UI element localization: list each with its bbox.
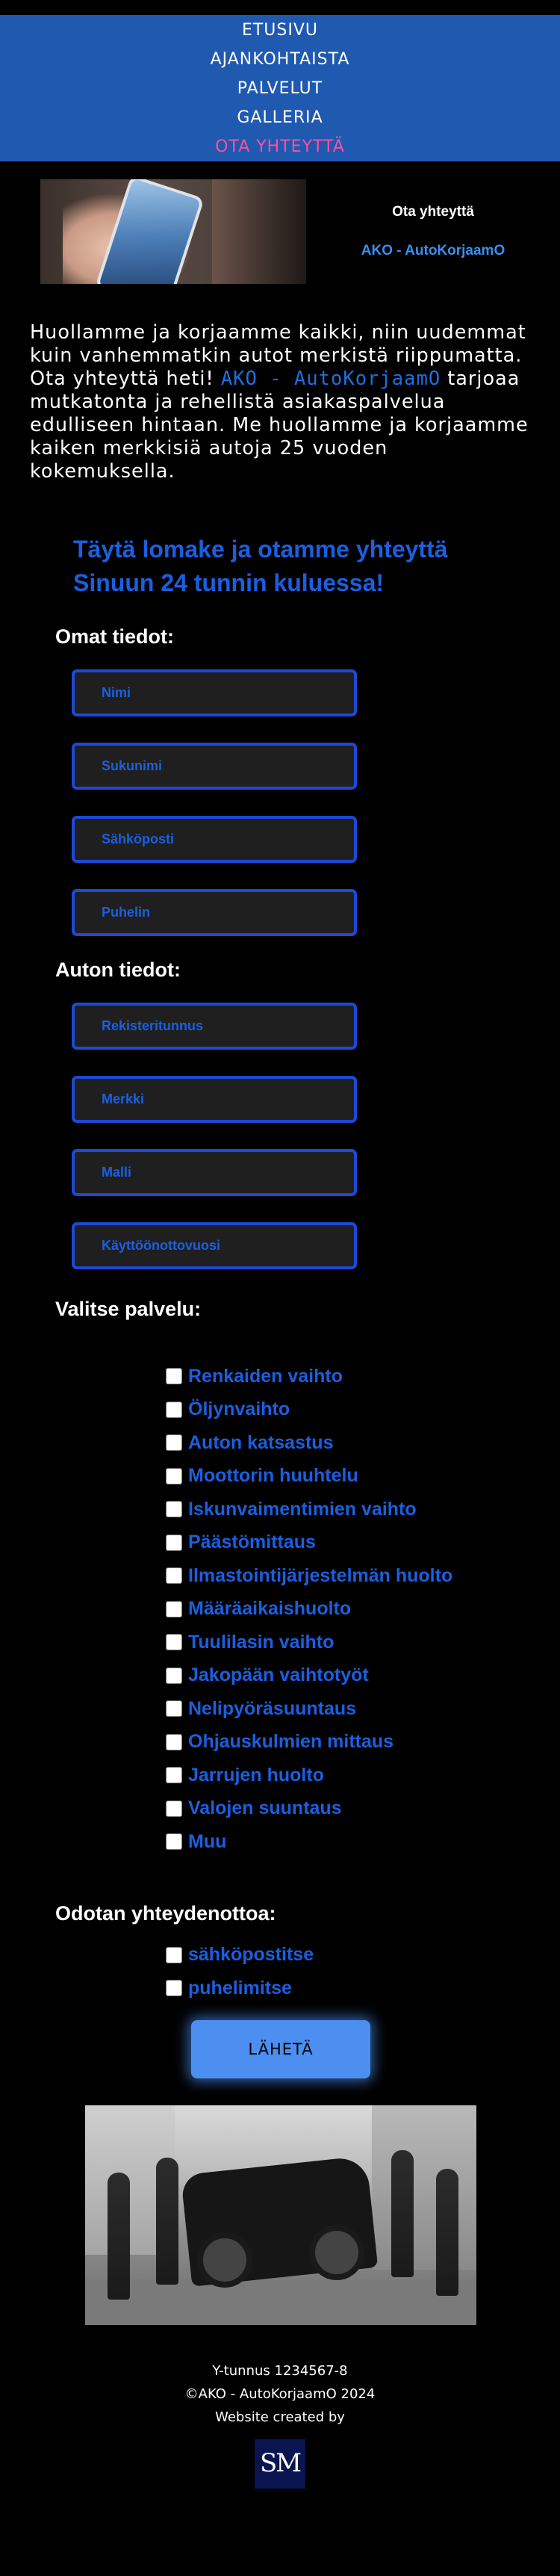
checkbox[interactable] — [166, 1534, 182, 1551]
service-heading: Valitse palvelu: — [55, 1298, 202, 1320]
service-option[interactable]: Tuulilasin vaihto — [166, 1626, 560, 1659]
year-input[interactable] — [75, 1237, 354, 1254]
service-label: Määräaikaishuolto — [188, 1598, 352, 1620]
contact-heading: Ota yhteyttä — [392, 204, 474, 220]
checkbox[interactable] — [166, 1368, 182, 1385]
service-option[interactable]: Päästömittaus — [166, 1526, 560, 1560]
service-label: Valojen suuntaus — [188, 1798, 342, 1819]
service-option[interactable]: Ilmastointijärjestelmän huolto — [166, 1559, 560, 1593]
checkbox[interactable] — [166, 1800, 182, 1817]
service-label: Ohjauskulmien mittaus — [188, 1731, 394, 1753]
nav-item-ajankohtaista[interactable]: AJANKOHTAISTA — [211, 45, 350, 74]
top-strip — [0, 0, 560, 15]
service-label: Renkaiden vaihto — [188, 1365, 343, 1387]
year-field — [72, 1222, 357, 1269]
checkbox[interactable] — [166, 1946, 182, 1963]
service-label: Öljynvaihto — [188, 1399, 290, 1420]
first-name-input[interactable] — [75, 684, 354, 702]
registration-field — [72, 1003, 357, 1050]
checkbox[interactable] — [166, 1600, 182, 1617]
checkbox[interactable] — [166, 1733, 182, 1750]
copyright: ©AKO - AutoKorjaamO 2024 — [184, 2385, 376, 2402]
car-info-heading: Auton tiedot: — [55, 959, 181, 981]
service-option[interactable]: Iskunvaimentimien vaihto — [166, 1493, 560, 1526]
credit-text: Website created by — [215, 2409, 345, 2425]
business-id: Y-tunnus 1234567-8 — [212, 2362, 348, 2379]
hero-section: Ota yhteyttä AKO - AutoKorjaamO — [0, 172, 560, 291]
phone-input[interactable] — [75, 904, 354, 921]
footer: Y-tunnus 1234567-8 ©AKO - AutoKorjaamO 2… — [0, 2359, 560, 2489]
service-label: Jakopään vaihtotyöt — [188, 1665, 369, 1686]
nav-item-ota-yhteytta[interactable]: OTA YHTEYTTÄ — [215, 132, 345, 161]
service-option[interactable]: Muu — [166, 1825, 560, 1859]
intro-brand: AKO - AutoKorjaamO — [220, 368, 441, 390]
checkbox[interactable] — [166, 1833, 182, 1851]
make-field — [72, 1076, 357, 1123]
form-title: Täytä lomake ja otamme yhteyttä Sinuun 2… — [73, 536, 448, 596]
service-label: Ilmastointijärjestelmän huolto — [188, 1564, 453, 1586]
checkbox[interactable] — [166, 1667, 182, 1684]
nav-item-etusivu[interactable]: ETUSIVU — [242, 16, 318, 45]
checkbox[interactable] — [166, 1401, 182, 1418]
first-name-field — [72, 669, 357, 716]
contact-preference-list: sähköpostitse puhelimitse — [166, 1939, 560, 2005]
make-input[interactable] — [75, 1091, 354, 1108]
service-label: Nelipyöräsuuntaus — [188, 1697, 357, 1719]
main-nav: ETUSIVU AJANKOHTAISTA PALVELUT GALLERIA … — [0, 15, 560, 161]
vintage-car-photo — [85, 2105, 476, 2325]
sm-logo[interactable]: SM — [255, 2439, 305, 2489]
email-field — [72, 816, 357, 863]
contact-pref-label: puhelimitse — [188, 1977, 292, 1998]
service-option[interactable]: Ohjauskulmien mittaus — [166, 1726, 560, 1759]
hero-phone-image — [40, 179, 306, 284]
checkbox[interactable] — [166, 1980, 182, 1997]
service-option[interactable]: Auton katsastus — [166, 1426, 560, 1460]
checkbox[interactable] — [166, 1634, 182, 1651]
checkbox[interactable] — [166, 1434, 182, 1452]
service-label: Moottorin huuhtelu — [188, 1465, 358, 1487]
checkbox[interactable] — [166, 1767, 182, 1784]
service-label: Päästömittaus — [188, 1532, 316, 1553]
company-name: AKO - AutoKorjaamO — [361, 243, 505, 258]
checkbox[interactable] — [166, 1501, 182, 1518]
email-input[interactable] — [75, 831, 354, 848]
phone-field — [72, 889, 357, 936]
service-option[interactable]: Nelipyöräsuuntaus — [166, 1692, 560, 1726]
intro-text: Huollamme ja korjaamme kaikki, niin uude… — [30, 321, 530, 483]
nav-item-palvelut[interactable]: PALVELUT — [237, 74, 323, 103]
service-option[interactable]: Renkaiden vaihto — [166, 1360, 560, 1393]
checkbox[interactable] — [166, 1567, 182, 1585]
last-name-field — [72, 743, 357, 790]
model-field — [72, 1149, 357, 1196]
service-label: Muu — [188, 1830, 227, 1852]
nav-item-galleria[interactable]: GALLERIA — [237, 103, 323, 132]
service-label: Auton katsastus — [188, 1431, 334, 1453]
service-option[interactable]: Öljynvaihto — [166, 1393, 560, 1427]
hero-contact-info: Ota yhteyttä AKO - AutoKorjaamO — [306, 204, 560, 259]
service-option[interactable]: Jakopään vaihtotyöt — [166, 1659, 560, 1693]
checkbox[interactable] — [166, 1700, 182, 1718]
submit-button[interactable]: LÄHETÄ — [191, 2019, 370, 2078]
contact-pref-label: sähköpostitse — [188, 1944, 314, 1966]
service-option[interactable]: Jarrujen huolto — [166, 1759, 560, 1792]
contact-pref-option[interactable]: puhelimitse — [166, 1972, 560, 2005]
last-name-input[interactable] — [75, 758, 354, 775]
checkbox[interactable] — [166, 1467, 182, 1484]
contact-pref-option[interactable]: sähköpostitse — [166, 1939, 560, 1972]
service-option[interactable]: Valojen suuntaus — [166, 1792, 560, 1826]
personal-info-heading: Omat tiedot: — [55, 625, 174, 648]
registration-input[interactable] — [75, 1018, 354, 1035]
service-label: Jarrujen huolto — [188, 1764, 324, 1786]
service-option[interactable]: Määräaikaishuolto — [166, 1593, 560, 1626]
service-checkbox-list: Renkaiden vaihto Öljynvaihto Auton katsa… — [166, 1360, 560, 1859]
service-option[interactable]: Moottorin huuhtelu — [166, 1460, 560, 1493]
service-label: Iskunvaimentimien vaihto — [188, 1498, 417, 1520]
service-label: Tuulilasin vaihto — [188, 1631, 335, 1653]
contact-preference-heading: Odotan yhteydenottoa: — [55, 1901, 276, 1925]
model-input[interactable] — [75, 1164, 354, 1181]
